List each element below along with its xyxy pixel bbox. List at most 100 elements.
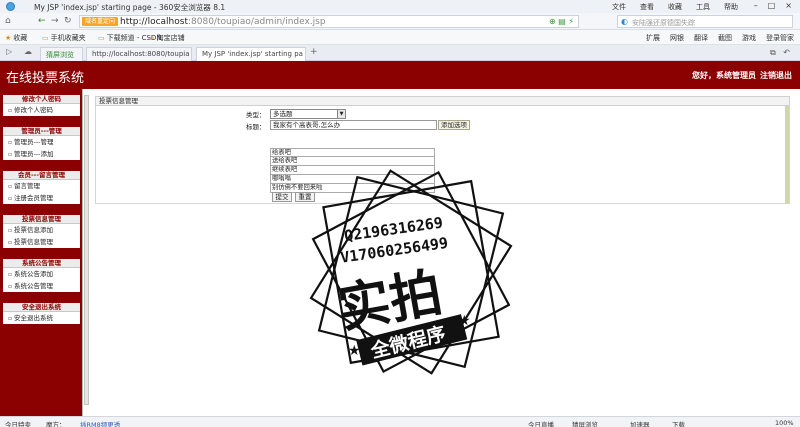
tab-localhost[interactable]: http://localhost:8080/toupia×	[86, 47, 192, 61]
menu-favorites[interactable]: 收藏	[668, 3, 682, 11]
greeting-text: 您好，	[692, 71, 716, 80]
watermark-stamp: Q2196316269 V17060256499 实拍 全微程序 ★ ★	[309, 169, 513, 375]
new-tab-icon[interactable]: +	[310, 47, 318, 57]
fav-item-taobao[interactable]: ▭ 淘宝店铺	[148, 33, 185, 43]
option-input[interactable]: 给表吧	[270, 148, 435, 157]
status-live[interactable]: 今日直播	[528, 419, 554, 427]
sidebar-section-title: 修改个人密码	[3, 95, 80, 104]
sidebar-item-admin-manage[interactable]: 管理员---管理	[3, 136, 80, 148]
app-header: 在线投票系统 您好，系统管理员 注销退出	[0, 61, 800, 89]
sidebar-item-vote-manage[interactable]: 投票信息管理	[3, 236, 80, 248]
domain-redirect-badge: 域名重定向	[82, 17, 119, 26]
star-icon: ★	[348, 343, 361, 359]
sidebar-section-password: 修改个人密码 修改个人密码	[3, 95, 80, 116]
sidebar-item-notice-add[interactable]: 系统公告添加	[3, 268, 80, 280]
title-input[interactable]: 我家有个高表哥,怎么办	[270, 120, 437, 130]
system-title: 在线投票系统	[6, 71, 85, 86]
browser-navbar: ⌂ ← → ↻ 域名重定向 http://localhost:8080/toup…	[0, 13, 800, 30]
sidebar-item-members[interactable]: 注册会员管理	[3, 192, 80, 204]
forward-icon[interactable]: →	[51, 16, 59, 26]
back-icon[interactable]: ←	[38, 16, 46, 26]
search-placeholder: 安陆强还原德国失踪	[632, 19, 695, 27]
status-screen-browse[interactable]: 猜屏浏览	[572, 419, 598, 427]
page-content: 在线投票系统 您好，系统管理员注销退出 修改个人密码 修改个人密码 管理员---…	[0, 61, 800, 416]
status-accelerator[interactable]: 加速器	[630, 419, 650, 427]
menu-view[interactable]: 查看	[640, 3, 654, 11]
home-icon[interactable]: ⌂	[5, 16, 11, 26]
sidebar-item-logout[interactable]: 安全退出系统	[3, 312, 80, 324]
user-role: 系统管理员	[716, 71, 756, 80]
screenshot-button[interactable]: 截图	[718, 34, 732, 42]
sidebar-section-title: 会员---留言管理	[3, 171, 80, 180]
search-box[interactable]: ◐ 安陆强还原德国失踪	[617, 15, 793, 28]
form-edge-bar	[785, 106, 789, 204]
status-download[interactable]: 下载	[672, 419, 685, 427]
submit-button[interactable]: 提交	[272, 192, 292, 202]
menu-file[interactable]: 文件	[612, 3, 626, 11]
folder-icon: ▭	[148, 34, 155, 42]
netbank-button[interactable]: 网银	[670, 34, 684, 42]
logout-link[interactable]: 注销退出	[760, 71, 792, 80]
maximize-icon[interactable]: □	[768, 1, 776, 10]
menu-tools[interactable]: 工具	[696, 3, 710, 11]
star-icon: ★	[458, 313, 471, 329]
sidebar-item-notice-manage[interactable]: 系统公告管理	[3, 280, 80, 292]
translate-button[interactable]: 翻译	[694, 34, 708, 42]
fav-item-mobile[interactable]: ▭ 手机收藏夹	[42, 33, 86, 43]
close-icon[interactable]: ×	[785, 1, 792, 10]
search-engine-icon: ◐	[621, 17, 628, 26]
type-label: 类型：	[246, 111, 266, 119]
tab-index-jsp[interactable]: My JSP 'index.jsp' starting pa×	[196, 47, 306, 61]
sidebar-section-title: 系统公告管理	[3, 259, 80, 268]
refresh-icon[interactable]: ↻	[64, 16, 72, 26]
tab-tools[interactable]: ⧉ ↶	[770, 48, 790, 58]
address-bar[interactable]: 域名重定向 http://localhost:8080/toupiao/admi…	[79, 15, 579, 28]
status-magic: 魔方：	[46, 421, 66, 427]
sidebar-item-admin-add[interactable]: 管理员---添加	[3, 148, 80, 160]
menu-help[interactable]: 帮助	[724, 3, 738, 11]
sidebar-section-notices: 系统公告管理 系统公告添加 系统公告管理	[3, 259, 80, 292]
sidebar-section-title: 安全退出系统	[3, 303, 80, 312]
tab-screen-browse[interactable]: 猜屏浏览	[40, 47, 83, 61]
scrollbar-thumb[interactable]	[84, 95, 89, 405]
star-icon: ★	[5, 34, 12, 42]
favorites-button[interactable]: ★ 收藏	[5, 33, 27, 43]
minimize-icon[interactable]: –	[754, 1, 758, 10]
browser-logo-icon	[6, 2, 15, 11]
sidebar-item-vote-add[interactable]: 投票信息添加	[3, 224, 80, 236]
games-button[interactable]: 游戏	[742, 34, 756, 42]
sidebar-section-title: 管理员---管理	[3, 127, 80, 136]
sidebar-item-change-password[interactable]: 修改个人密码	[3, 104, 80, 116]
sidebar-item-messages[interactable]: 留言管理	[3, 180, 80, 192]
url-path: :8080/toupiao/admin/index.jsp	[187, 17, 326, 27]
address-action-icons[interactable]: ⊕ ▤ ⚡	[549, 17, 574, 26]
vote-form-area: 投票信息管理 类型： 多选题 ▼ 标题： 我家有个高表哥,怎么办 添加选项 给表…	[95, 96, 790, 204]
title-label: 标题：	[246, 123, 266, 131]
sidebar-section-votes: 投票信息管理 投票信息添加 投票信息管理	[3, 215, 80, 248]
type-select[interactable]: 多选题 ▼	[270, 109, 346, 119]
chevron-down-icon: ▼	[337, 110, 345, 118]
folder-icon: ▭	[98, 34, 105, 42]
status-daily-sale[interactable]: 今日特卖	[5, 419, 31, 427]
sidebar-section-title: 投票信息管理	[3, 215, 80, 224]
sidebar-section-members: 会员---留言管理 留言管理 注册会员管理	[3, 171, 80, 204]
address-url: http://localhost:8080/toupiao/admin/inde…	[120, 17, 326, 27]
sidebar-toggle-icon[interactable]: ▷	[6, 47, 12, 56]
folder-icon: ▭	[42, 34, 49, 42]
type-select-value: 多选题	[273, 110, 293, 118]
cloud-icon[interactable]: ☁	[24, 47, 32, 56]
extensions-button[interactable]: 扩展	[646, 34, 660, 42]
window-title: My JSP 'index.jsp' starting page - 360安全…	[34, 3, 226, 12]
add-option-button[interactable]: 添加选项	[438, 120, 470, 130]
window-controls: – □ ×	[744, 1, 792, 10]
sidebar-scrollbar[interactable]	[82, 89, 89, 416]
login-manager-button[interactable]: 登录管家	[766, 34, 794, 42]
zoom-level[interactable]: 100%	[775, 419, 794, 427]
status-link[interactable]: 插RM8频更透	[80, 419, 120, 427]
sidebar-section-admins: 管理员---管理 管理员---管理 管理员---添加	[3, 127, 80, 160]
url-host: http://localhost	[120, 17, 188, 27]
user-greeting: 您好，系统管理员 注销退出	[688, 70, 792, 81]
sidebar-section-logout: 安全退出系统 安全退出系统	[3, 303, 80, 324]
browser-menu: 文件 查看 收藏 工具 帮助	[598, 2, 738, 12]
favorites-bar: ★ 收藏 ▭ 手机收藏夹 ▭ 下载频道 - CSDN... ▭ 淘宝店铺 扩展 网银 翻译截…	[0, 30, 800, 45]
